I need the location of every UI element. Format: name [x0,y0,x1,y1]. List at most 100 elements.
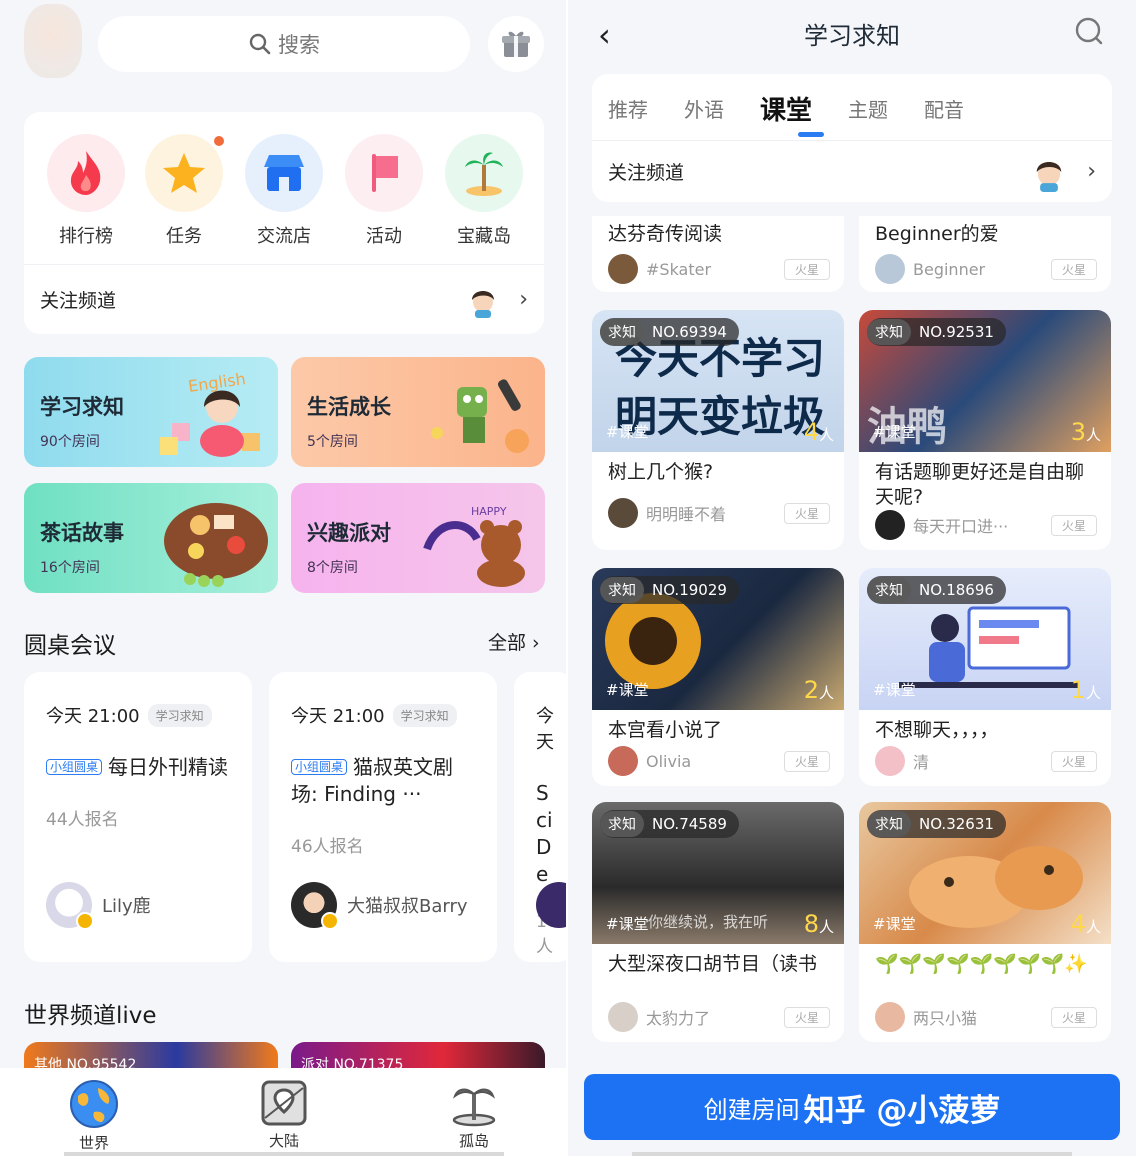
room-member-count: 8人 [804,910,834,938]
quick-item-shop[interactable]: 交流店 [244,134,324,248]
meeting-card[interactable]: 今天 21:00 学习求知 小组圆桌 每日外刊精读 44人报名 Lily鹿 [24,672,252,962]
cover-text: 你继续说，我在听 [648,913,769,931]
room-card-partial[interactable]: 达芬奇传阅读 #Skater 火星 [592,216,844,292]
room-card[interactable]: 求知 NO.18696 #课堂 1人 不想聊天，，，， 清 火星 [859,568,1111,786]
search-bar[interactable]: 搜索 [98,16,470,72]
channel-tea-story[interactable]: 茶话故事 16个房间 [24,483,278,593]
active-tab-indicator [798,132,824,137]
create-room-label: 创建房间 [703,1095,800,1124]
room-card[interactable]: 你继续说，我在听 求知 NO.74589 #课堂 8人 大型深夜口胡节目（读书 太… [592,802,844,1042]
home-indicator [64,1152,504,1156]
channel-study[interactable]: 学习求知 90个房间 English [24,357,278,467]
nav-world[interactable]: 世界 [44,1078,144,1153]
meeting-category-tag: 学习求知 [147,703,212,727]
member-unit: 人 [818,684,834,702]
follow-channel-row[interactable]: 关注频道 › [24,264,544,334]
room-title: 大型深夜口胡节目（读书 [608,953,818,975]
meeting-host[interactable]: Lily鹿 [46,882,151,930]
roundtable-title: 圆桌会议 [24,633,116,659]
group-roundtable-badge: 小组圆桌 [46,759,103,775]
host-avatar [291,882,339,930]
quick-label: 交流店 [257,226,311,247]
tabs-card: 推荐 外语 课堂 主题 配音 关注频道 › [592,74,1112,202]
chevron-right-icon: › [519,287,528,312]
quick-item-task[interactable]: 任务 [144,134,224,248]
nav-continent[interactable]: 大陆 [234,1078,334,1151]
room-tag: 火星 [1050,258,1097,280]
user-avatar [608,254,638,284]
room-card[interactable]: 今天不学习 明天变垃圾 求知 NO.69394 #课堂 4人 树上几个猴? 明明睡… [592,310,844,550]
member-count: 1 [1070,676,1086,704]
room-user: 太豹力了 [646,1009,711,1028]
roundtable-all-link[interactable]: 全部 › [488,628,540,655]
room-user: 清 [913,753,930,772]
meeting-card-partial[interactable]: 今天 Sci De 10人 [514,672,568,962]
follow-channel-row[interactable]: 关注频道 › [592,140,1112,202]
room-tag: 火星 [783,258,830,280]
tab-recommend[interactable]: 推荐 [608,94,648,123]
room-badge: 求知 NO.74589 [600,810,739,838]
meeting-signup-count: 46人报名 [291,837,364,857]
room-card-partial[interactable]: Beginner的爱 Beginner 火星 [859,216,1111,292]
palm-island-icon [465,152,503,196]
gift-button[interactable] [488,16,544,72]
room-card[interactable]: 求知 NO.19029 #课堂 2人 本宫看小说了 Olivia 火星 [592,568,844,786]
search-icon [249,33,271,55]
member-count: 4 [803,418,819,446]
quick-item-event[interactable]: 活动 [344,134,424,248]
quick-item-ranking[interactable]: 排行榜 [46,134,126,248]
room-card[interactable]: 求知 NO.32631 #课堂 4人 🌱🌱🌱🌱🌱🌱🌱🌱✨ 两只小猫 火星 [859,802,1111,1042]
channel-interest-party[interactable]: 兴趣派对 8个房间 HAPPY [291,483,545,593]
lightning-icon [321,912,339,930]
room-user: #Skater [646,259,712,279]
room-kind: 求知 [867,811,911,837]
room-no: NO.32631 [919,815,994,833]
room-no: NO.19029 [652,581,727,599]
room-cover-image: 你继续说，我在听 求知 NO.74589 #课堂 8人 [592,802,844,944]
tab-classroom[interactable]: 课堂 [760,90,812,127]
quick-item-treasure-island[interactable]: 宝藏岛 [444,134,524,248]
create-room-button[interactable]: 创建房间 知乎 @小菠萝 [584,1074,1120,1140]
room-no: NO.18696 [919,581,994,599]
room-card[interactable]: 油鸭 求知 NO.92531 #课堂 3人 有话题聊更好还是自由聊天呢? 每天开口… [859,310,1111,550]
chevron-right-icon: › [1087,159,1096,184]
meeting-signup-count: 44人报名 [46,810,119,830]
room-title: 树上几个猴? [608,461,714,483]
room-badge: 求知 NO.92531 [867,318,1006,346]
room-tag: 火星 [1050,514,1097,536]
birthday-bear-illustration: HAPPY [423,505,525,587]
meeting-card[interactable]: 今天 21:00 学习求知 小组圆桌 猫叔英文剧场: Finding ··· 46人… [269,672,497,962]
room-category-tag: #课堂 [606,915,649,933]
nav-island[interactable]: 孤岛 [424,1078,524,1151]
meeting-title: 每日外刊精读 [108,755,229,779]
room-category-tag: #课堂 [873,915,916,933]
room-category-tag: #课堂 [606,681,649,699]
host-name: 大猫叔叔Barry [347,896,468,917]
tab-foreign-language[interactable]: 外语 [684,94,724,123]
channel-life[interactable]: 生活成长 5个房间 [291,357,545,467]
room-user: Olivia [646,751,692,771]
right-screen: ‹ 学习求知 推荐 外语 课堂 主题 配音 关注频道 › 达芬奇传阅读 #Ska [568,0,1136,1156]
room-kind: 求知 [600,577,644,603]
room-kind: 求知 [600,319,644,345]
room-cover-image: 求知 NO.18696 #课堂 1人 [859,568,1111,710]
room-badge: 求知 NO.32631 [867,810,1006,838]
room-tag: 火星 [1050,750,1097,772]
room-badge: 求知 NO.69394 [600,318,739,346]
room-tag: 火星 [783,502,830,524]
gift-icon [502,31,530,57]
tab-topic[interactable]: 主题 [848,94,888,123]
search-button[interactable] [1074,16,1104,50]
room-kind: 求知 [867,577,911,603]
user-avatar[interactable] [24,4,82,78]
room-no: NO.92531 [919,323,994,341]
art-happy-text: HAPPY [471,505,507,518]
room-member-count: 3人 [1071,418,1101,446]
meeting-host[interactable] [536,882,568,928]
meeting-host[interactable]: 大猫叔叔Barry [291,882,468,930]
follow-channel-label: 关注频道 [608,162,685,184]
girl-reading-illustration: English [160,369,260,457]
tab-dubbing[interactable]: 配音 [924,94,964,123]
member-count: 2 [803,676,819,704]
channel-avatar [1029,151,1070,192]
